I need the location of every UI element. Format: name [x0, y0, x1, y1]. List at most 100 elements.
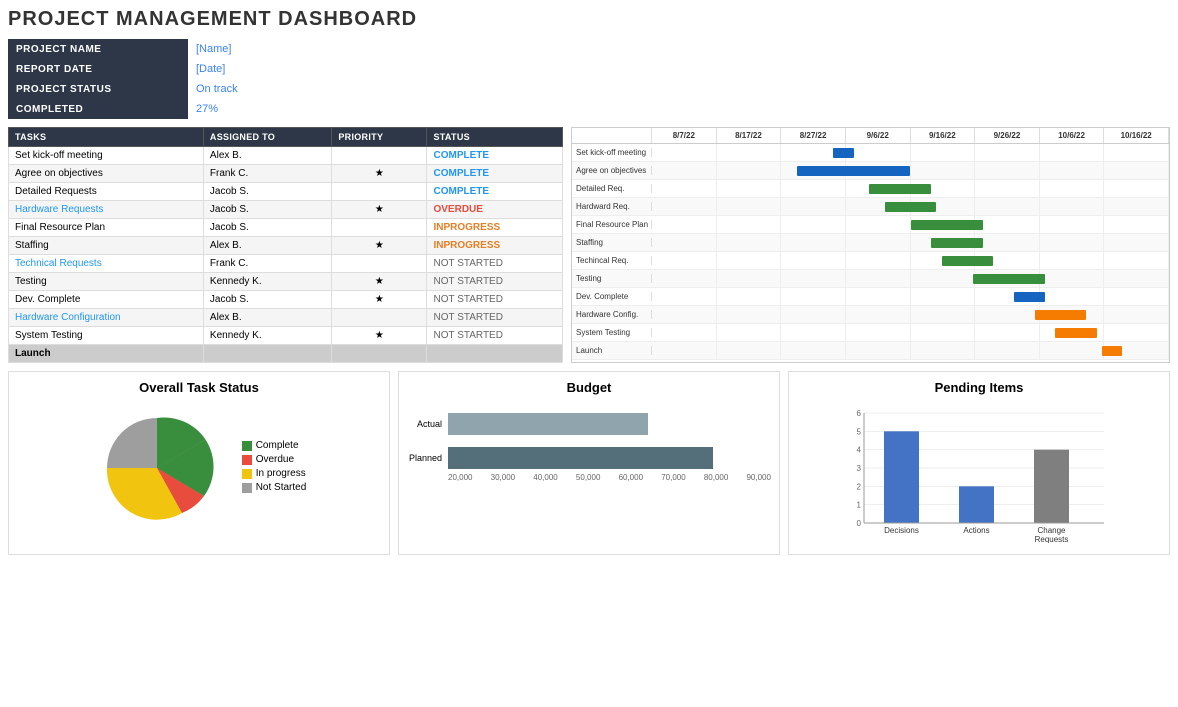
svg-text:6: 6: [857, 409, 862, 418]
gantt-row: Launch: [572, 342, 1169, 360]
project-name-value: [Name]: [188, 39, 388, 59]
legend-label: In progress: [256, 468, 306, 479]
assigned-to: Alex B.: [203, 147, 331, 165]
col-status: STATUS: [427, 128, 563, 147]
priority: ★: [332, 327, 427, 345]
gantt-row-label: Techincal Req.: [572, 256, 652, 265]
col-tasks: TASKS: [9, 128, 204, 147]
pending-svg: 0123456DecisionsActionsChangeRequests: [807, 403, 1151, 543]
svg-text:Change: Change: [1037, 526, 1066, 535]
gantt-body: Set kick-off meetingAgree on objectivesD…: [572, 144, 1169, 360]
pending-bar: [884, 431, 919, 523]
completed-label: COMPLETED: [8, 99, 188, 119]
assigned-to: Alex B.: [203, 237, 331, 255]
task-name: Launch: [9, 345, 204, 363]
pie-svg: [92, 403, 222, 533]
main-content: TASKS ASSIGNED TO PRIORITY STATUS Set ki…: [8, 127, 1170, 363]
svg-text:0: 0: [857, 519, 862, 528]
status: NOT STARTED: [427, 273, 563, 291]
pie-legend: Complete Overdue In progress Not Started: [242, 440, 307, 496]
priority: [332, 345, 427, 363]
gantt-row-label: Final Resource Plan: [572, 220, 652, 229]
task-name: Final Resource Plan: [9, 219, 204, 237]
actual-row: Actual: [407, 413, 771, 435]
gantt-row-label: Hardward Req.: [572, 202, 652, 211]
planned-label: Planned: [407, 453, 442, 463]
axis-label: 80,000: [704, 473, 728, 482]
status: INPROGRESS: [427, 237, 563, 255]
task-name: Technical Requests: [9, 255, 204, 273]
project-status-label: PROJECT STATUS: [8, 79, 188, 99]
gantt-row-label: Launch: [572, 346, 652, 355]
gantt-bar: [1014, 292, 1045, 302]
priority: ★: [332, 201, 427, 219]
gantt-header: 8/7/228/17/228/27/229/6/229/16/229/26/22…: [572, 128, 1169, 144]
priority: ★: [332, 291, 427, 309]
legend-label: Complete: [256, 440, 299, 451]
svg-text:Actions: Actions: [963, 526, 989, 535]
gantt-row: Hardware Config.: [572, 306, 1169, 324]
pending-chart-box: Pending Items 0123456DecisionsActionsCha…: [788, 371, 1170, 555]
svg-text:3: 3: [857, 464, 862, 473]
gantt-row: Set kick-off meeting: [572, 144, 1169, 162]
report-date-label: REPORT DATE: [8, 59, 188, 79]
pie-container: Complete Overdue In progress Not Started: [17, 403, 381, 533]
gantt-bar: [885, 202, 937, 212]
gantt-row-label: Staffing: [572, 238, 652, 247]
gantt-bar: [1035, 310, 1087, 320]
gantt-row: Techincal Req.: [572, 252, 1169, 270]
table-row: Final Resource PlanJacob S.INPROGRESS: [9, 219, 563, 237]
col-priority: PRIORITY: [332, 128, 427, 147]
task-name: Testing: [9, 273, 204, 291]
status: INPROGRESS: [427, 219, 563, 237]
svg-text:1: 1: [857, 501, 862, 510]
gantt-date-header: 10/16/22: [1104, 128, 1169, 143]
legend-color: [242, 483, 252, 493]
priority: ★: [332, 165, 427, 183]
legend-item: In progress: [242, 468, 307, 479]
gantt-row: Hardward Req.: [572, 198, 1169, 216]
gantt-row: System Testing: [572, 324, 1169, 342]
task-table-container: TASKS ASSIGNED TO PRIORITY STATUS Set ki…: [8, 127, 563, 363]
gantt-row: Testing: [572, 270, 1169, 288]
table-row: TestingKennedy K.★NOT STARTED: [9, 273, 563, 291]
assigned-to: Jacob S.: [203, 291, 331, 309]
table-row: Detailed RequestsJacob S.COMPLETE: [9, 183, 563, 201]
table-row: Agree on objectivesFrank C.★COMPLETE: [9, 165, 563, 183]
axis-label: 30,000: [491, 473, 515, 482]
assigned-to: Frank C.: [203, 165, 331, 183]
svg-text:4: 4: [857, 446, 862, 455]
gantt-date-header: 9/6/22: [846, 128, 911, 143]
task-name: System Testing: [9, 327, 204, 345]
priority: [332, 219, 427, 237]
task-name: Agree on objectives: [9, 165, 204, 183]
assigned-to: Jacob S.: [203, 183, 331, 201]
priority: [332, 147, 427, 165]
budget-chart-box: Budget Actual Planned 20,00030,00040,000…: [398, 371, 780, 555]
task-name: Staffing: [9, 237, 204, 255]
gantt-bar: [911, 220, 983, 230]
gantt-date-header: 9/16/22: [911, 128, 976, 143]
legend-label: Not Started: [256, 482, 307, 493]
planned-row: Planned: [407, 447, 771, 469]
gantt-bar: [973, 274, 1045, 284]
pending-chart-title: Pending Items: [797, 380, 1161, 395]
project-status-value: On track: [188, 79, 388, 99]
legend-label: Overdue: [256, 454, 294, 465]
table-row: Dev. CompleteJacob S.★NOT STARTED: [9, 291, 563, 309]
task-name: Hardware Requests: [9, 201, 204, 219]
svg-text:Decisions: Decisions: [884, 526, 919, 535]
info-table: PROJECT NAME [Name] REPORT DATE [Date] P…: [8, 39, 388, 119]
pending-bar: [1034, 450, 1069, 523]
table-row: Technical RequestsFrank C.NOT STARTED: [9, 255, 563, 273]
status: COMPLETE: [427, 147, 563, 165]
gantt-bar: [797, 166, 911, 176]
status: OVERDUE: [427, 201, 563, 219]
task-name: Dev. Complete: [9, 291, 204, 309]
gantt-bar: [1055, 328, 1096, 338]
task-name: Hardware Configuration: [9, 309, 204, 327]
status: [427, 345, 563, 363]
project-name-label: PROJECT NAME: [8, 39, 188, 59]
legend-color: [242, 455, 252, 465]
gantt-date-header: 8/27/22: [781, 128, 846, 143]
